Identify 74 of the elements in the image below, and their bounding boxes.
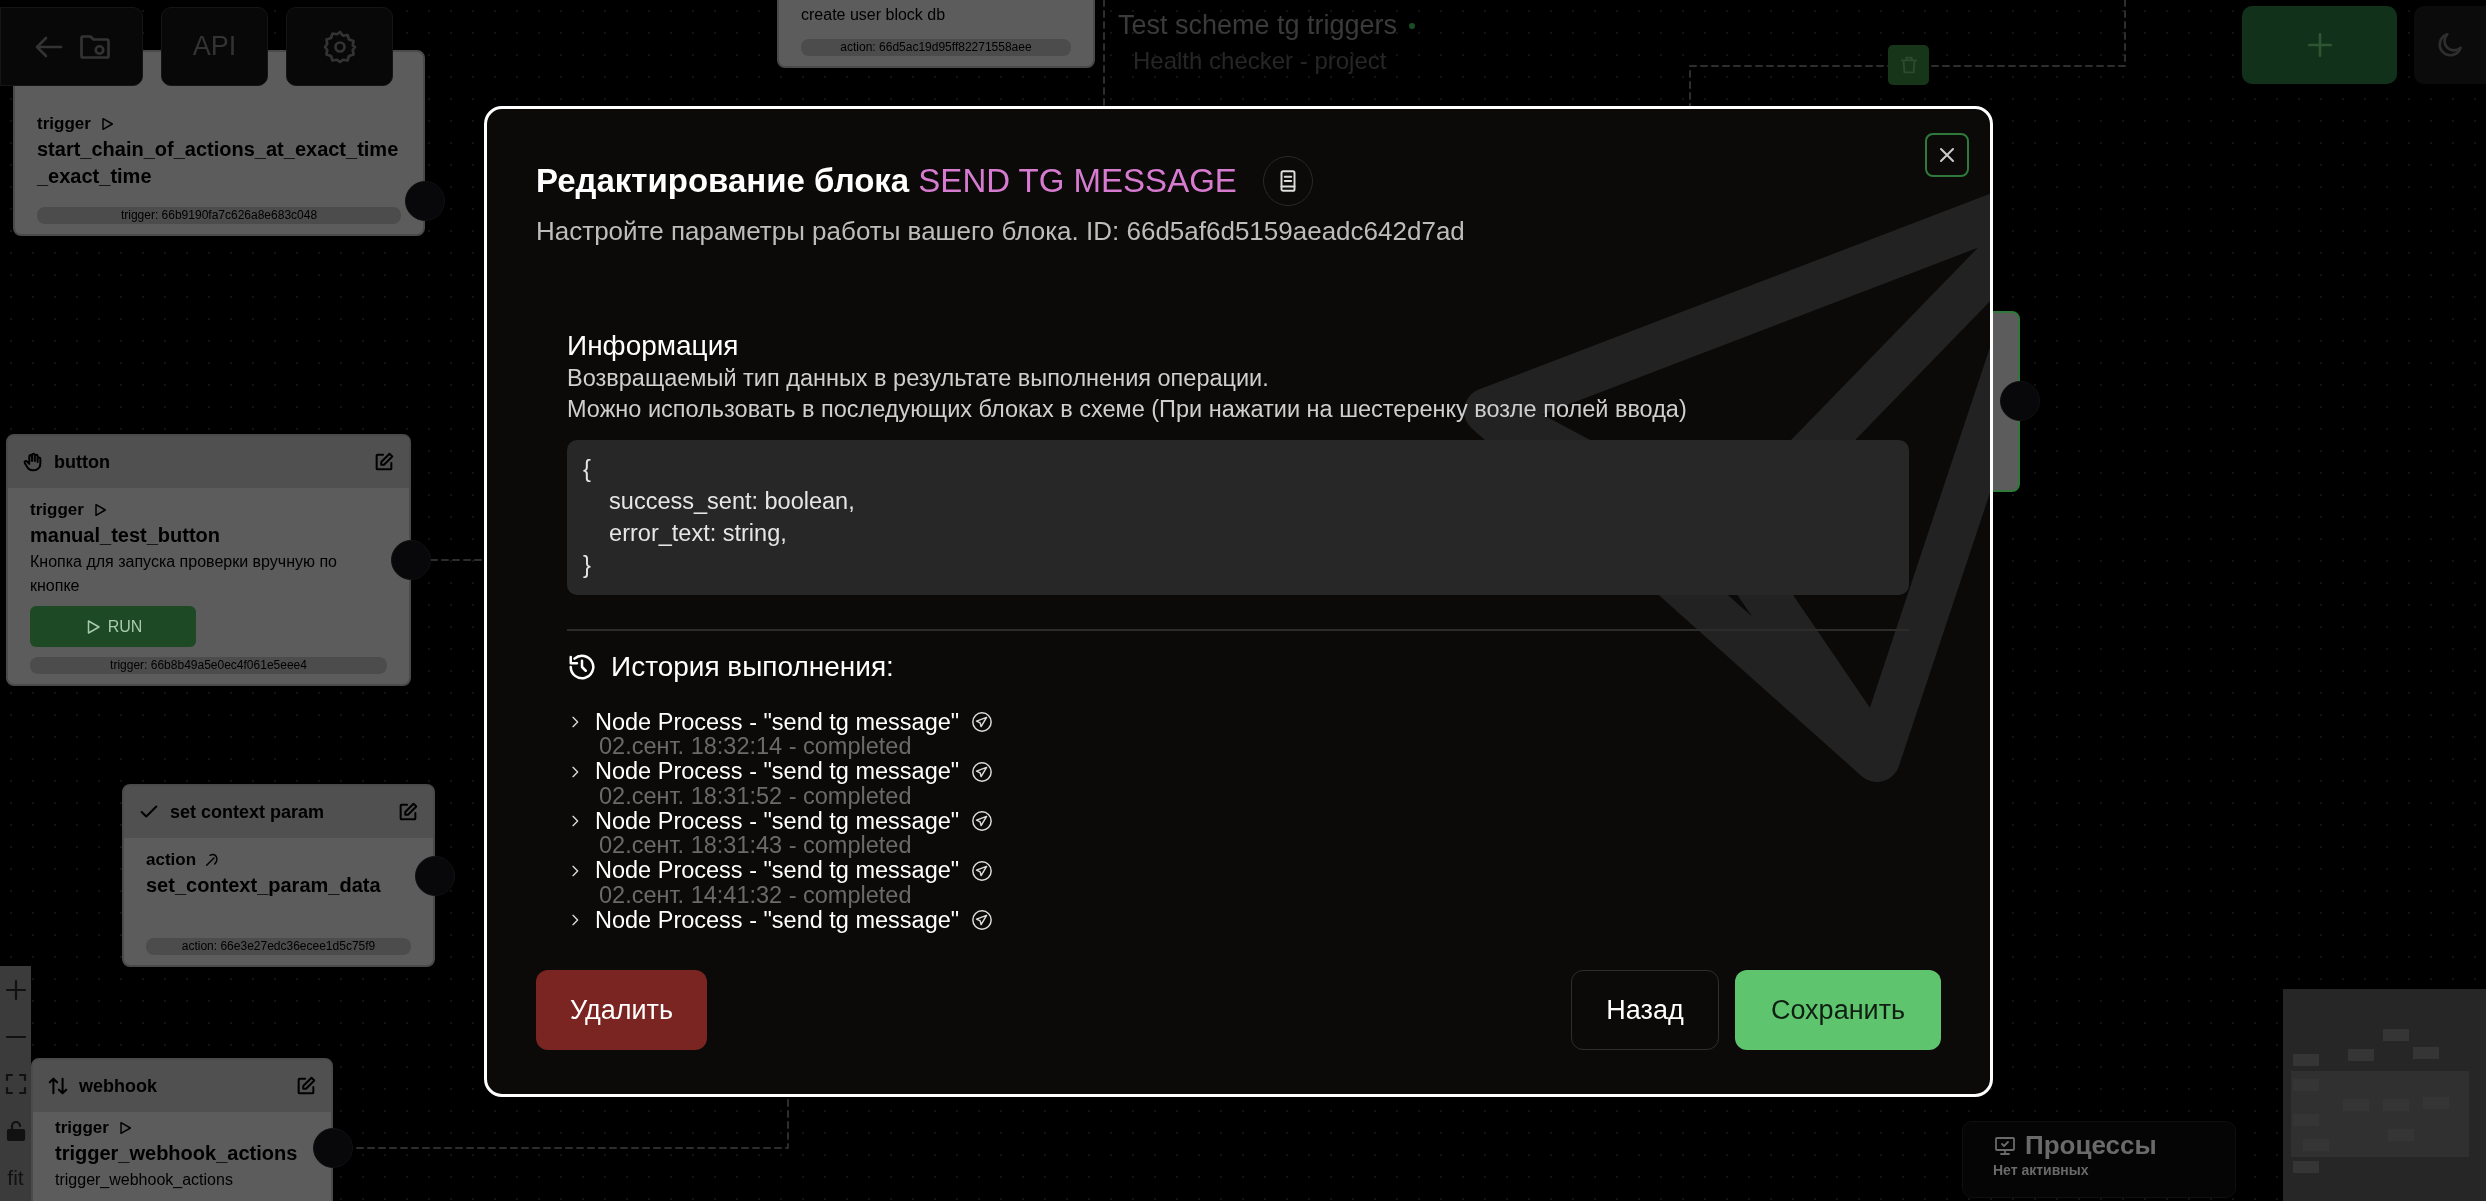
node-header-title: webhook (79, 1075, 157, 1097)
dialog-subtitle: Настройте параметры работы вашего блока. ID: 66d5af6d5159aeadc642d7ad (536, 216, 1466, 247)
connector-line (430, 559, 485, 561)
code-line: { (583, 455, 592, 484)
connection-handle[interactable] (313, 1128, 353, 1168)
delete-button[interactable]: Удалить (536, 970, 707, 1050)
node-title: set_context_param_data (146, 873, 382, 898)
code-line: success_sent: boolean, (608, 487, 856, 516)
node-type-label: trigger (37, 114, 91, 134)
node-description: trigger_webhook_actions (55, 1170, 234, 1190)
node-description: create user block db (801, 5, 947, 25)
docs-button[interactable] (1262, 156, 1313, 206)
close-button[interactable] (1925, 133, 1969, 177)
node-header-title: set context param (170, 801, 325, 823)
send-icon (971, 909, 994, 931)
history-item-title[interactable]: Node Process - "send tg message" (595, 708, 960, 736)
node-title: manual_test_button (30, 523, 222, 548)
edit-icon[interactable] (295, 1075, 317, 1097)
connection-handle[interactable] (405, 181, 445, 221)
edit-icon[interactable] (373, 451, 395, 473)
edit-icon[interactable] (397, 801, 419, 823)
send-icon (971, 711, 994, 733)
processes-status: Нет активных (1993, 1162, 2089, 1178)
code-line: error_text: string, (608, 519, 788, 548)
send-icon (971, 760, 994, 783)
dialog-title: Редактирование блока SEND TG MESSAGE (536, 162, 1237, 200)
send-icon (971, 810, 994, 832)
section-heading: История выполнения: (611, 651, 894, 683)
status-dot (1409, 22, 1416, 29)
node-id-label: trigger: 66b9190fa7c626a8e683c048 (37, 207, 401, 224)
info-text: Возвращаемый тип данных в результате выполнения операции. (567, 364, 1270, 393)
node-card[interactable]: create user block db action: 66d5ac19d95ff82271558aee (777, 0, 1095, 68)
node-type-label: trigger (30, 500, 84, 520)
info-text: Можно использовать в последующих блоках в схеме (При нажатии на шестеренку возле полей ввода) (567, 395, 1688, 424)
node-card[interactable]: button trigger manual_test_button Кнопка для запуска проверки вручную по кнопке RUN trigger: 66b8b49a5e0ec4f061e5eee4 (6, 434, 411, 686)
node-card[interactable]: webhook trigger trigger_webhook_actions trigger_webhook_actions (31, 1058, 333, 1201)
history-item-meta: 02.сент. 18:31:52 - completed (598, 784, 912, 808)
up-down-arrows-icon (47, 1075, 69, 1097)
history-item-meta: 02.сент. 18:31:43 - completed (598, 834, 912, 857)
node-description: Кнопка для запуска проверки вручную по кнопке (30, 552, 338, 596)
settings-button[interactable] (286, 7, 393, 86)
settings-icon (321, 28, 358, 65)
node-title: trigger_webhook_actions (55, 1141, 299, 1166)
run-button[interactable]: RUN (30, 606, 196, 647)
code-line: } (583, 551, 592, 580)
connection-handle[interactable] (415, 856, 455, 896)
save-button[interactable]: Сохранить (1735, 970, 1941, 1050)
delete-edge-button[interactable] (1888, 45, 1929, 85)
node-type-label: trigger (55, 1118, 109, 1138)
connection-handle[interactable] (391, 540, 431, 580)
history-item-meta: 02.сент. 18:32:14 - completed (598, 735, 912, 758)
back-button[interactable]: Назад (1571, 970, 1719, 1050)
history-item-title[interactable]: Node Process - "send tg message" (595, 857, 960, 884)
node-id-label: trigger: 66b8b49a5e0ec4f061e5eee4 (30, 657, 387, 674)
node-title: start_chain_of_actions_at_exact_time_exact_time (37, 137, 400, 189)
node-id-label: action: 66d5ac19d95ff82271558aee (801, 39, 1071, 56)
back-folder-button[interactable] (0, 7, 143, 86)
section-heading: Информация (567, 329, 740, 363)
send-icon (971, 859, 994, 882)
processes-title: Процессы (2025, 1130, 2157, 1161)
processes-panel[interactable]: Процессы Нет активных (1962, 1121, 2236, 1198)
connection-handle[interactable] (2000, 381, 2040, 421)
fit-view-icon[interactable] (3, 1071, 28, 1096)
hand-icon (22, 451, 44, 473)
node-header-title: button (54, 451, 110, 473)
node-id-label: action: 66e3e27edc36ecee1d5c75f9 (146, 938, 411, 955)
node-type-label: action (146, 850, 197, 870)
theme-toggle-button[interactable] (2414, 6, 2486, 84)
node-card[interactable]: set context param action set_context_param_data action: 66e3e27edc36ecee1d5c75f9 (122, 784, 435, 967)
history-icon (567, 652, 597, 682)
history-item-meta: 02.сент. 14:41:32 - completed (598, 883, 912, 907)
zoom-in-icon[interactable] (3, 977, 28, 1002)
scheme-title: Test scheme tg triggers (1118, 10, 1398, 41)
history-item-title[interactable]: Node Process - "send tg message" (595, 758, 960, 785)
